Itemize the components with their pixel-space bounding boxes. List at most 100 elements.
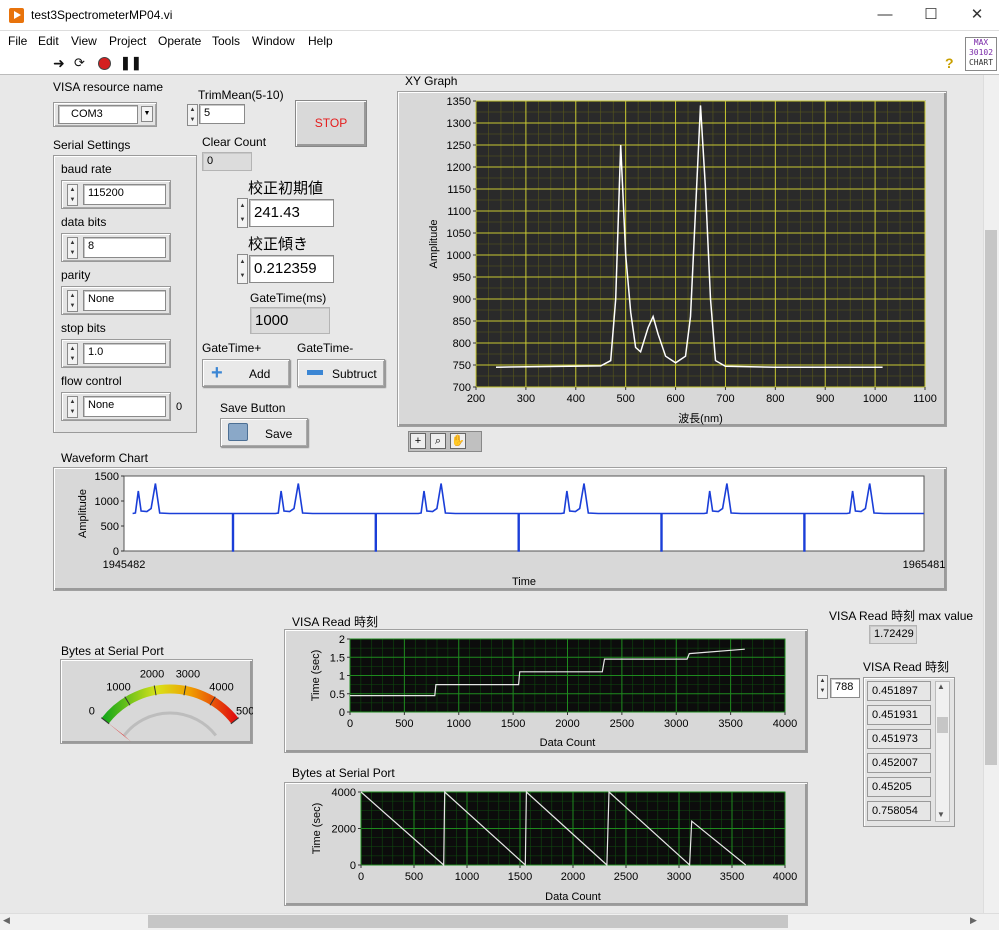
add-button[interactable]: + Add bbox=[202, 359, 290, 387]
stop-bits-spinner[interactable]: ▲ ▼ bbox=[67, 343, 78, 365]
minimize-button[interactable]: — bbox=[862, 4, 908, 28]
cursor-tool-icon[interactable]: + bbox=[410, 433, 426, 449]
baud-rate-spinner[interactable]: ▲ ▼ bbox=[67, 184, 78, 206]
x-tick-label: 700 bbox=[716, 393, 734, 405]
trimmean-spinner[interactable]: ▲ ▼ bbox=[187, 104, 198, 126]
array-element[interactable]: 0.451973 bbox=[867, 729, 931, 749]
x-tick-label: 1100 bbox=[913, 393, 937, 405]
calib-slope-label: 校正傾き bbox=[248, 236, 309, 253]
maximize-button[interactable]: ☐ bbox=[908, 4, 954, 28]
gauge-inner-arc bbox=[122, 711, 218, 737]
subtruct-button[interactable]: Subtruct bbox=[297, 359, 385, 387]
minus-icon bbox=[307, 370, 323, 375]
dropdown-arrow-icon[interactable]: ▼ bbox=[141, 106, 153, 122]
abort-icon[interactable] bbox=[98, 57, 111, 70]
array-element[interactable]: 0.452007 bbox=[867, 753, 931, 773]
trimmean-field[interactable]: 5 bbox=[199, 104, 245, 124]
max-value-indicator: 1.72429 bbox=[869, 625, 917, 644]
gauge-tick-label: 5000 bbox=[236, 705, 253, 717]
y-axis-label: Time (sec) bbox=[311, 803, 323, 855]
parity-spinner[interactable]: ▲ ▼ bbox=[67, 290, 78, 312]
y-tick-label: 1350 bbox=[447, 96, 471, 108]
x-tick-label: 1000 bbox=[863, 393, 887, 405]
menu-help[interactable]: Help bbox=[308, 34, 333, 48]
gauge-color-ramp bbox=[101, 684, 239, 724]
trimmean-label: TrimMean(5-10) bbox=[198, 88, 284, 102]
scroll-left-icon[interactable]: ◀ bbox=[3, 915, 10, 926]
stop-button[interactable]: STOP bbox=[295, 100, 367, 147]
y-tick-label: 1050 bbox=[447, 228, 471, 240]
y-tick-label: 0 bbox=[339, 707, 345, 719]
x-tick-label: 0 bbox=[358, 871, 364, 883]
x-axis-label: Data Count bbox=[540, 737, 596, 749]
scroll-right-icon[interactable]: ▶ bbox=[970, 915, 977, 926]
y-tick-label: 2 bbox=[339, 634, 345, 646]
x-axis-label: Time bbox=[512, 576, 536, 588]
run-arrow-icon[interactable]: ➜ bbox=[53, 56, 65, 70]
menu-operate[interactable]: Operate bbox=[158, 34, 201, 48]
array-scroll-thumb[interactable] bbox=[937, 717, 948, 733]
array-element[interactable]: 0.45205 bbox=[867, 777, 931, 797]
array-element[interactable]: 0.758054 bbox=[867, 801, 931, 821]
parity-field[interactable]: None bbox=[83, 290, 166, 311]
gatetime-minus-label: GateTime- bbox=[297, 341, 354, 355]
x-max-label: 1965481 bbox=[903, 559, 946, 571]
horizontal-scroll-thumb[interactable] bbox=[148, 915, 788, 928]
array-label: VISA Read 時刻 bbox=[863, 660, 950, 674]
calib-slope-spinner[interactable]: ▲ ▼ bbox=[237, 254, 248, 284]
pan-hand-icon[interactable]: ✋ bbox=[450, 433, 466, 449]
menu-tools[interactable]: Tools bbox=[212, 34, 240, 48]
x-tick-label: 600 bbox=[666, 393, 684, 405]
baud-rate-field[interactable]: 115200 bbox=[83, 184, 166, 205]
flow-control-field[interactable]: None bbox=[83, 396, 166, 417]
calib-slope-field[interactable]: 0.212359 bbox=[249, 255, 334, 283]
stop-bits-field[interactable]: 1.0 bbox=[83, 343, 166, 364]
menu-window[interactable]: Window bbox=[252, 34, 295, 48]
menu-file[interactable]: File bbox=[8, 34, 27, 48]
x-tick-label: 900 bbox=[816, 393, 834, 405]
gauge-tick-label: 0 bbox=[89, 705, 95, 717]
visa-resource-label: VISA resource name bbox=[53, 80, 164, 94]
array-element[interactable]: 0.451897 bbox=[867, 681, 931, 701]
plus-icon: + bbox=[211, 362, 223, 384]
close-button[interactable]: ✕ bbox=[954, 4, 999, 28]
toolbar bbox=[0, 51, 999, 75]
menu-project[interactable]: Project bbox=[109, 34, 146, 48]
gauge-tick-label: 1000 bbox=[106, 681, 130, 693]
scroll-up-icon[interactable]: ▲ bbox=[937, 682, 945, 691]
x-tick-label: 2500 bbox=[610, 718, 634, 730]
vi-icon: MAX 30102 CHART bbox=[965, 37, 997, 71]
serial-settings-label: Serial Settings bbox=[53, 138, 131, 152]
vertical-scroll-thumb[interactable] bbox=[985, 230, 997, 765]
array-element[interactable]: 0.451931 bbox=[867, 705, 931, 725]
zoom-tool-icon[interactable]: ⌕ bbox=[430, 433, 446, 449]
menu-edit[interactable]: Edit bbox=[38, 34, 59, 48]
calib-init-field[interactable]: 241.43 bbox=[249, 199, 334, 227]
x-tick-label: 300 bbox=[517, 393, 535, 405]
flow-control-spinner[interactable]: ▲ ▼ bbox=[67, 396, 78, 418]
gatetime-label: GateTime(ms) bbox=[250, 291, 327, 305]
run-continuously-icon[interactable]: ⟳ bbox=[74, 56, 85, 70]
data-bits-field[interactable]: 8 bbox=[83, 237, 166, 258]
menu-view[interactable]: View bbox=[71, 34, 97, 48]
y-tick-label: 0 bbox=[113, 546, 119, 558]
y-tick-label: 700 bbox=[453, 382, 471, 394]
array-scrollbar[interactable] bbox=[935, 681, 950, 822]
subtruct-button-label: Subtruct bbox=[332, 367, 377, 381]
visa-resource-field[interactable]: COM3 bbox=[58, 105, 138, 124]
pause-icon[interactable]: ❚❚ bbox=[120, 56, 142, 70]
add-button-label: Add bbox=[249, 367, 271, 381]
x-tick-label: 3000 bbox=[667, 871, 691, 883]
clear-count-indicator: 0 bbox=[202, 152, 252, 171]
save-button[interactable]: Save bbox=[220, 418, 308, 447]
x-tick-label: 3000 bbox=[664, 718, 688, 730]
data-bits-spinner[interactable]: ▲ ▼ bbox=[67, 237, 78, 259]
help-icon[interactable]: ? bbox=[945, 55, 958, 71]
array-index-field[interactable]: 788 bbox=[830, 678, 860, 698]
scroll-down-icon[interactable]: ▼ bbox=[937, 810, 945, 819]
y-tick-label: 1200 bbox=[447, 162, 471, 174]
array-index-spinner[interactable]: ▲ ▼ bbox=[817, 675, 828, 699]
y-tick-label: 1300 bbox=[447, 118, 471, 130]
x-tick-label: 3500 bbox=[720, 871, 744, 883]
calib-init-spinner[interactable]: ▲ ▼ bbox=[237, 198, 248, 228]
